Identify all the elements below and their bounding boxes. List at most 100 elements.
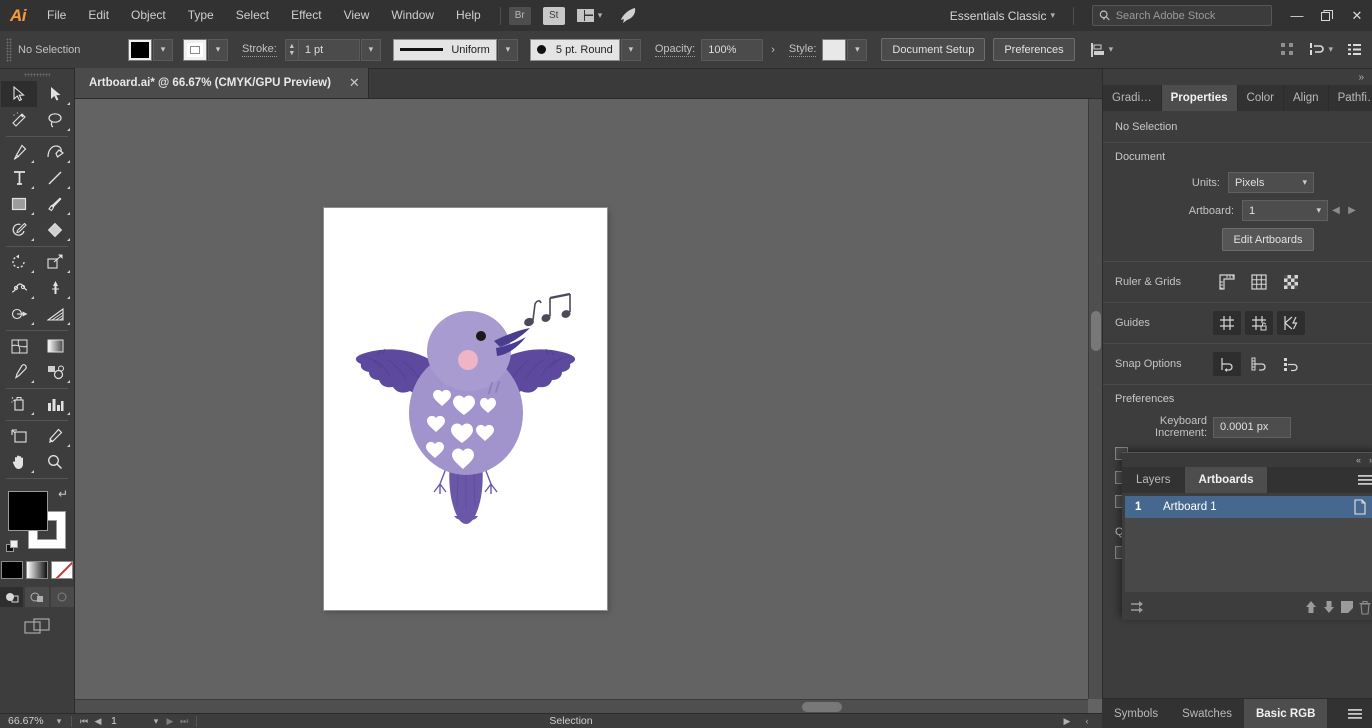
type-tool[interactable]	[1, 165, 37, 191]
next-artboard-button[interactable]: ▶	[1344, 205, 1360, 216]
vertical-scroll-thumb[interactable]	[1091, 311, 1101, 351]
new-artboard-icon[interactable]	[1340, 600, 1354, 614]
expand-panel-icon[interactable]: «	[1356, 455, 1361, 465]
distribute-control[interactable]: ▾	[1309, 42, 1333, 57]
brush-definition-dropdown[interactable]: ▾	[620, 38, 641, 61]
graphic-style-swatch[interactable]	[822, 38, 847, 61]
document-tab[interactable]: Artboard.ai* @ 66.67% (CMYK/GPU Preview)…	[75, 68, 369, 98]
mesh-tool[interactable]	[1, 333, 37, 359]
fill-swatch[interactable]	[8, 491, 48, 531]
canvas-vertical-scrollbar[interactable]	[1088, 99, 1102, 699]
tools-panel-grip[interactable]	[0, 69, 74, 81]
magic-wand-tool[interactable]	[1, 107, 37, 133]
edit-artboards-button[interactable]: Edit Artboards	[1222, 228, 1314, 251]
collapse-panels-icon[interactable]: »	[1103, 69, 1372, 85]
tab-gradient[interactable]: Gradi…	[1103, 85, 1162, 111]
graphic-style-dropdown[interactable]: ▾	[847, 38, 868, 61]
menu-view[interactable]: View	[333, 0, 381, 31]
tab-pathfinder[interactable]: Pathfi…	[1329, 85, 1372, 111]
eraser-tool[interactable]	[37, 217, 73, 243]
menu-type[interactable]: Type	[177, 0, 225, 31]
units-select[interactable]: Pixels ▾	[1228, 172, 1314, 193]
free-transform-tool[interactable]	[37, 275, 73, 301]
artboard-1[interactable]	[324, 208, 607, 610]
draw-normal-button[interactable]	[0, 587, 24, 607]
last-artboard-button[interactable]: ⏭	[177, 716, 191, 727]
brush-definition-control[interactable]: 5 pt. Round	[529, 38, 620, 61]
move-down-icon[interactable]	[1322, 600, 1336, 614]
artboards-panel-titlebar[interactable]: « »	[1122, 453, 1372, 467]
symbol-sprayer-tool[interactable]	[1, 391, 37, 417]
zoom-tool[interactable]	[37, 449, 73, 475]
delete-artboard-icon[interactable]	[1358, 600, 1372, 615]
adobe-stock-search[interactable]	[1092, 5, 1272, 26]
menu-edit[interactable]: Edit	[77, 0, 120, 31]
curvature-tool[interactable]	[37, 139, 73, 165]
transform-grid-icon[interactable]	[1280, 42, 1295, 57]
tab-symbols[interactable]: Symbols	[1102, 699, 1170, 728]
opacity-label[interactable]: Opacity:	[654, 43, 696, 57]
scale-tool[interactable]	[37, 249, 73, 275]
rotate-tool[interactable]	[1, 249, 37, 275]
show-rulers-icon[interactable]	[1213, 270, 1241, 294]
tab-swatches[interactable]: Swatches	[1170, 699, 1244, 728]
document-setup-button[interactable]: Document Setup	[881, 38, 986, 61]
preferences-button[interactable]: Preferences	[993, 38, 1075, 61]
previous-artboard-button-status[interactable]: ◀	[91, 716, 105, 727]
fill-color-swatch[interactable]	[128, 38, 152, 61]
stock-icon[interactable]: St	[542, 6, 565, 25]
hand-tool[interactable]	[1, 449, 37, 475]
control-bar-grip[interactable]	[6, 37, 12, 62]
fill-color-dropdown[interactable]: ▾	[153, 38, 173, 61]
panel-options-icon[interactable]	[1347, 42, 1362, 57]
stroke-color-dropdown[interactable]: ▾	[208, 38, 228, 61]
width-tool[interactable]	[1, 275, 37, 301]
menu-window[interactable]: Window	[380, 0, 445, 31]
artboard-number-value[interactable]: 1	[105, 715, 149, 727]
horizontal-scroll-thumb[interactable]	[802, 702, 842, 712]
none-mode-button[interactable]	[51, 561, 73, 579]
tab-basic-rgb[interactable]: Basic RGB	[1243, 699, 1328, 728]
shape-builder-tool[interactable]	[1, 301, 37, 327]
paintbrush-tool[interactable]	[37, 191, 73, 217]
status-collapse-icon[interactable]: ‹	[1080, 716, 1094, 726]
smart-guides-icon[interactable]	[1277, 311, 1305, 335]
artboard-list-row[interactable]: 1 Artboard 1	[1125, 496, 1372, 518]
artboards-panel-menu-icon[interactable]	[1358, 467, 1372, 493]
close-button[interactable]: ✕	[1342, 0, 1372, 31]
keyboard-increment-value[interactable]: 0.0001 px	[1213, 416, 1291, 438]
tab-color[interactable]: Color	[1238, 85, 1284, 111]
opacity-value[interactable]: 100%	[701, 38, 764, 61]
tab-properties[interactable]: Properties	[1161, 85, 1238, 111]
menu-help[interactable]: Help	[445, 0, 492, 31]
selection-tool[interactable]	[1, 81, 37, 107]
eyedropper-tool[interactable]	[1, 359, 37, 385]
draw-behind-button[interactable]	[25, 587, 49, 607]
gradient-mode-button[interactable]	[26, 561, 48, 579]
snap-to-grid-icon[interactable]	[1245, 352, 1273, 376]
stroke-weight-control[interactable]: ▲ ▼ 1 pt ▾	[284, 38, 381, 61]
restore-button[interactable]	[1312, 0, 1342, 31]
artboard-tool[interactable]	[1, 423, 37, 449]
show-grid-icon[interactable]	[1245, 270, 1273, 294]
stroke-profile-dropdown[interactable]: ▾	[497, 38, 518, 61]
close-document-icon[interactable]: ✕	[349, 75, 360, 91]
snap-to-point-icon[interactable]	[1213, 352, 1241, 376]
slice-tool[interactable]	[37, 423, 73, 449]
show-transparency-grid-icon[interactable]	[1277, 270, 1305, 294]
discover-rocket-icon[interactable]	[618, 7, 638, 25]
singing-bird-illustration[interactable]	[324, 208, 607, 610]
stroke-weight-label[interactable]: Stroke:	[242, 43, 277, 57]
swap-fill-stroke-icon[interactable]: ↵	[58, 487, 68, 501]
tab-layers[interactable]: Layers	[1122, 467, 1185, 493]
menu-file[interactable]: File	[36, 0, 77, 31]
blend-tool[interactable]	[37, 359, 73, 385]
shaper-tool[interactable]	[1, 217, 37, 243]
menu-object[interactable]: Object	[120, 0, 177, 31]
artboards-list[interactable]: 1 Artboard 1	[1125, 496, 1372, 592]
stroke-weight-stepper[interactable]: ▲ ▼	[284, 38, 298, 61]
artboard-row-name[interactable]: Artboard 1	[1163, 501, 1353, 513]
lock-guides-icon[interactable]	[1245, 311, 1273, 335]
artboard-options-icon[interactable]	[1353, 499, 1372, 515]
snap-to-pixel-icon[interactable]	[1277, 352, 1305, 376]
